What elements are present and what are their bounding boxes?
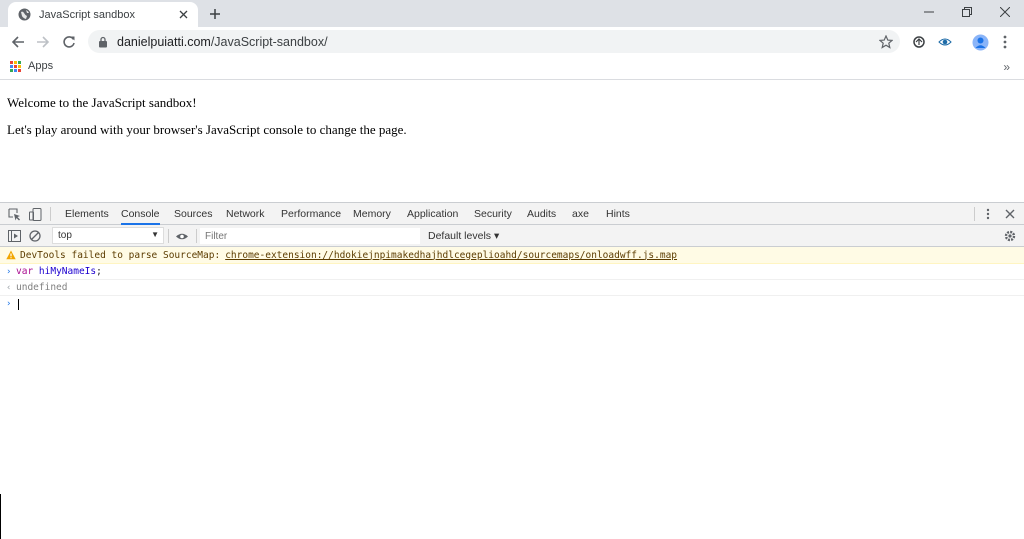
new-tab-button[interactable] (206, 5, 224, 23)
device-toolbar-icon[interactable] (27, 206, 43, 222)
tab-axe[interactable]: axe (572, 203, 589, 225)
text-cursor (18, 298, 19, 310)
apps-shortcut[interactable]: Apps (10, 60, 53, 72)
restore-button[interactable] (948, 0, 986, 24)
menu-kebab-icon[interactable] (996, 33, 1014, 51)
url-path: /JavaScript-sandbox/ (210, 34, 328, 49)
eye-extension-icon[interactable] (936, 33, 954, 51)
inspect-element-icon[interactable] (6, 206, 22, 222)
console-output[interactable]: DevTools failed to parse SourceMap: chro… (0, 247, 1024, 539)
devtools-menu-icon[interactable] (980, 206, 996, 222)
sidebar-toggle-icon[interactable] (6, 228, 22, 244)
toolbar-divider (50, 207, 51, 221)
browser-tab[interactable]: JavaScript sandbox (8, 2, 198, 27)
intro-text: Let's play around with your browser's Ja… (7, 122, 407, 137)
toolbar-divider (974, 207, 975, 221)
tab-hints[interactable]: Hints (606, 203, 630, 225)
input-chevron-icon: › (6, 266, 12, 277)
code-keyword: var (16, 266, 34, 277)
tab-elements[interactable]: Elements (65, 203, 109, 225)
back-button[interactable] (8, 32, 28, 52)
console-settings-gear-icon[interactable] (1002, 228, 1018, 244)
minimize-button[interactable] (910, 0, 948, 24)
browser-toolbar: danielpuiatti.com/JavaScript-sandbox/ (0, 27, 1024, 56)
output-chevron-icon: ‹ (6, 282, 12, 293)
warning-icon (6, 250, 16, 260)
console-output-row: ‹ undefined (0, 280, 1024, 296)
forward-button[interactable] (33, 32, 53, 52)
bookmarks-bar: Apps » (0, 56, 1024, 80)
bookmarks-overflow-button[interactable]: » (1003, 60, 1010, 74)
window-edge-line (0, 494, 1, 539)
apps-grid-icon (10, 60, 21, 72)
tab-sources[interactable]: Sources (174, 203, 213, 225)
page-content: Welcome to the JavaScript sandbox! Let's… (0, 81, 1024, 202)
devtools-panel: Elements Console Sources Network Perform… (0, 202, 1024, 539)
globe-icon (18, 8, 31, 21)
apps-label: Apps (28, 60, 54, 72)
prompt-chevron-icon: › (6, 299, 12, 309)
console-filter-input[interactable] (200, 228, 420, 244)
tab-network[interactable]: Network (226, 203, 265, 225)
profile-avatar[interactable] (971, 33, 989, 51)
tab-title: JavaScript sandbox (39, 8, 135, 21)
console-input-row: › var hiMyNameIs; (0, 264, 1024, 280)
clear-console-icon[interactable] (27, 228, 43, 244)
toolbar-divider (168, 229, 169, 243)
warning-text: DevTools failed to parse SourceMap: (20, 249, 221, 261)
code-identifier: hiMyNameIs (38, 266, 97, 277)
log-levels-dropdown[interactable]: Default levels ▾ (428, 225, 499, 247)
warning-message: DevTools failed to parse SourceMap: chro… (0, 247, 1024, 264)
welcome-text: Welcome to the JavaScript sandbox! (7, 95, 197, 110)
devtools-close-icon[interactable] (1002, 206, 1018, 222)
tab-console[interactable]: Console (121, 203, 160, 225)
tab-audits[interactable]: Audits (527, 203, 556, 225)
url-host: danielpuiatti.com (117, 34, 211, 49)
console-prompt[interactable]: › (0, 296, 1024, 312)
reload-button[interactable] (59, 32, 79, 52)
close-window-button[interactable] (986, 0, 1024, 24)
tab-performance[interactable]: Performance (281, 203, 341, 225)
lock-icon[interactable] (98, 36, 110, 48)
address-bar[interactable]: danielpuiatti.com/JavaScript-sandbox/ (88, 30, 900, 53)
context-value: top (58, 230, 72, 241)
tab-application[interactable]: Application (407, 203, 458, 225)
context-selector[interactable]: top ▼ (52, 227, 164, 244)
tab-memory[interactable]: Memory (353, 203, 391, 225)
bookmark-star-icon[interactable] (878, 34, 894, 50)
tab-security[interactable]: Security (474, 203, 512, 225)
tab-strip: JavaScript sandbox (0, 0, 1024, 27)
window-controls (910, 0, 1024, 24)
sync-extension-icon[interactable] (910, 33, 928, 51)
devtools-tab-bar: Elements Console Sources Network Perform… (0, 203, 1024, 225)
sourcemap-link[interactable]: chrome-extension://hdokiejnpimakedhajhdl… (225, 250, 677, 261)
toolbar-divider (196, 229, 197, 243)
live-expression-eye-icon[interactable] (174, 228, 190, 244)
output-value: undefined (16, 282, 68, 293)
code-punctuation: ; (96, 266, 102, 277)
console-filter-bar: top ▼ Default levels ▾ (0, 225, 1024, 247)
chevron-down-icon: ▼ (151, 230, 159, 239)
tab-close-icon[interactable] (176, 8, 190, 22)
url-text[interactable]: danielpuiatti.com/JavaScript-sandbox/ (117, 35, 878, 49)
